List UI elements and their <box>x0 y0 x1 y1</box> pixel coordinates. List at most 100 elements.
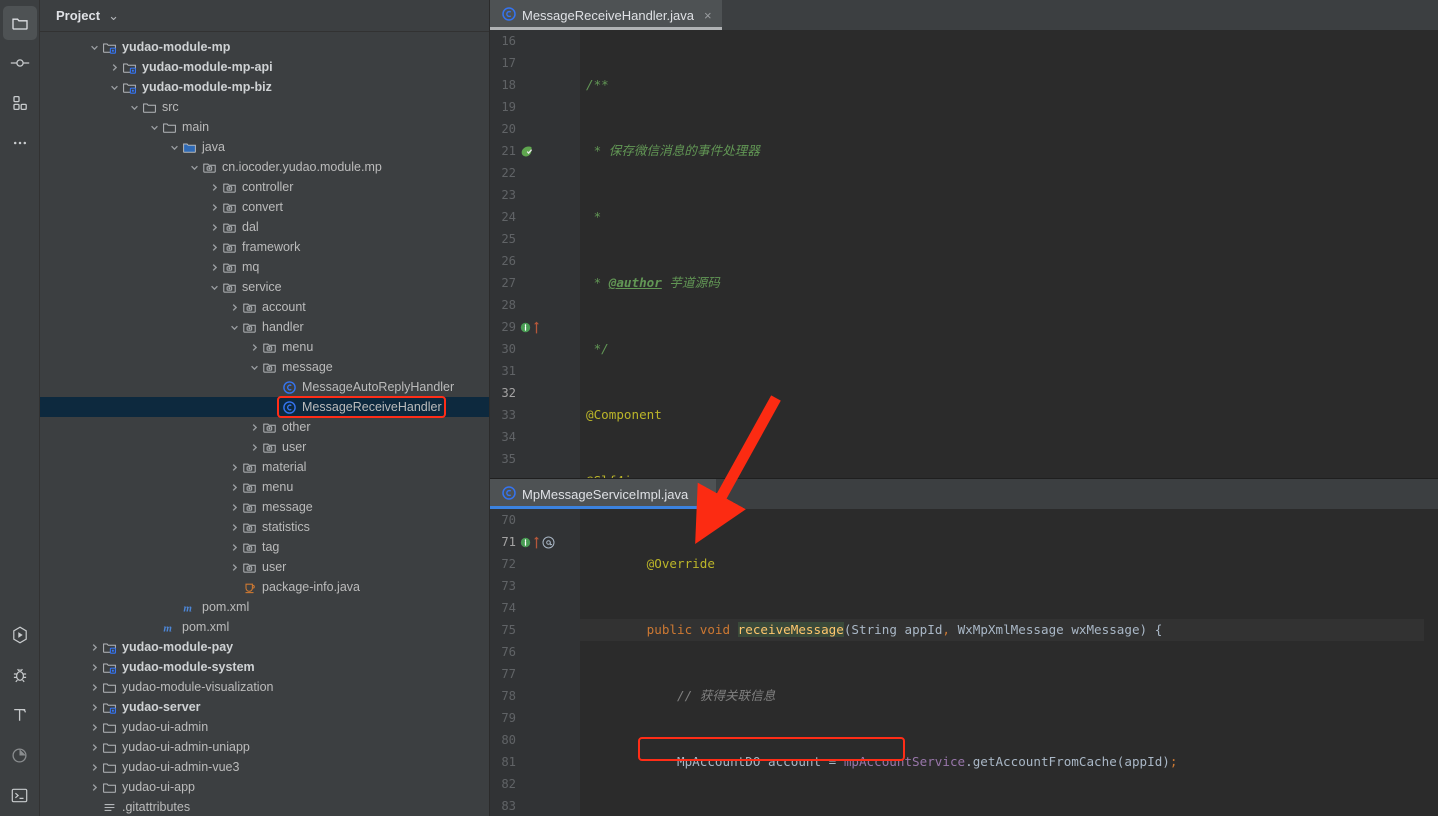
tree-item[interactable]: dal <box>40 217 489 237</box>
gutter-line[interactable]: 30 <box>490 338 556 360</box>
chevron-down-icon[interactable] <box>168 143 181 152</box>
chevron-down-icon[interactable] <box>208 283 221 292</box>
fold-strip-top[interactable] <box>558 30 580 478</box>
gutter-line[interactable]: 20 <box>490 118 556 140</box>
implementing-method-icon[interactable] <box>520 322 531 333</box>
chevron-right-icon[interactable] <box>88 723 101 732</box>
tree-item[interactable]: service <box>40 277 489 297</box>
gutter-line[interactable]: 72 <box>490 553 556 575</box>
gutter-line[interactable]: 35 <box>490 448 556 470</box>
tree-item[interactable]: yudao-module-mp <box>40 37 489 57</box>
tree-item[interactable]: material <box>40 457 489 477</box>
annotation-icon[interactable] <box>542 536 555 549</box>
tree-item[interactable]: yudao-ui-app <box>40 777 489 797</box>
tree-item[interactable]: main <box>40 117 489 137</box>
chevron-right-icon[interactable] <box>208 263 221 272</box>
gutter-line[interactable]: 32 <box>490 382 556 404</box>
chevron-right-icon[interactable] <box>88 703 101 712</box>
tree-item[interactable]: handler <box>40 317 489 337</box>
chevron-down-icon[interactable] <box>228 323 241 332</box>
project-panel-header[interactable]: Project ⌄ <box>40 0 489 32</box>
chevron-right-icon[interactable] <box>228 543 241 552</box>
tree-item[interactable]: menu <box>40 337 489 357</box>
editor-scrollbar-top[interactable] <box>1424 30 1438 478</box>
tree-item[interactable]: account <box>40 297 489 317</box>
gutter-line[interactable]: 21 <box>490 140 556 162</box>
gutter-line[interactable]: 24 <box>490 206 556 228</box>
line-number-gutter-bottom[interactable]: 7071727374757677787980818283 <box>490 509 558 816</box>
commit-icon[interactable] <box>3 46 37 80</box>
gutter-line[interactable]: 83 <box>490 795 556 816</box>
tree-item[interactable]: user <box>40 557 489 577</box>
implementing-method-icon[interactable] <box>520 537 531 548</box>
tree-item[interactable]: statistics <box>40 517 489 537</box>
chevron-right-icon[interactable] <box>88 783 101 792</box>
gutter-line[interactable]: 31 <box>490 360 556 382</box>
terminal-icon[interactable] <box>3 778 37 812</box>
tree-item[interactable]: yudao-module-mp-biz <box>40 77 489 97</box>
tree-item[interactable]: yudao-module-pay <box>40 637 489 657</box>
tree-item[interactable]: yudao-module-system <box>40 657 489 677</box>
gutter-line[interactable]: 75 <box>490 619 556 641</box>
tree-item[interactable]: message <box>40 497 489 517</box>
chevron-right-icon[interactable] <box>208 183 221 192</box>
tree-item[interactable]: cn.iocoder.yudao.module.mp <box>40 157 489 177</box>
gutter-line[interactable]: 34 <box>490 426 556 448</box>
chevron-right-icon[interactable] <box>228 483 241 492</box>
chevron-right-icon[interactable] <box>228 523 241 532</box>
gutter-line[interactable]: 73 <box>490 575 556 597</box>
chevron-right-icon[interactable] <box>208 243 221 252</box>
chevron-right-icon[interactable] <box>88 743 101 752</box>
gutter-line[interactable]: 71 <box>490 531 556 553</box>
tree-item[interactable]: message <box>40 357 489 377</box>
gutter-line[interactable]: 81 <box>490 751 556 773</box>
tree-item[interactable]: user <box>40 437 489 457</box>
gutter-line[interactable]: 74 <box>490 597 556 619</box>
gutter-line[interactable]: 28 <box>490 294 556 316</box>
chevron-down-icon[interactable] <box>188 163 201 172</box>
tree-item[interactable]: yudao-module-visualization <box>40 677 489 697</box>
code-lines-top[interactable]: /** * 保存微信消息的事件处理器 * * @author 芋道源码 */ @… <box>580 30 1424 478</box>
profiler-icon[interactable] <box>3 738 37 772</box>
gutter-line[interactable]: 78 <box>490 685 556 707</box>
chevron-right-icon[interactable] <box>228 463 241 472</box>
tree-item[interactable]: .gitattributes <box>40 797 489 816</box>
chevron-right-icon[interactable] <box>108 63 121 72</box>
tree-item[interactable]: java <box>40 137 489 157</box>
gutter-line[interactable]: 23 <box>490 184 556 206</box>
chevron-right-icon[interactable] <box>248 343 261 352</box>
close-icon[interactable]: × <box>698 487 706 502</box>
gutter-line[interactable]: 29 <box>490 316 556 338</box>
gutter-line[interactable]: 77 <box>490 663 556 685</box>
code-area-bottom[interactable]: 7071727374757677787980818283 @Override p… <box>490 509 1438 816</box>
gutter-markers[interactable] <box>516 536 556 549</box>
chevron-right-icon[interactable] <box>88 763 101 772</box>
build-icon[interactable] <box>3 698 37 732</box>
gutter-line[interactable]: 27 <box>490 272 556 294</box>
chevron-right-icon[interactable] <box>208 203 221 212</box>
chevron-down-icon[interactable] <box>248 363 261 372</box>
close-icon[interactable]: × <box>704 8 712 23</box>
tree-item[interactable]: tag <box>40 537 489 557</box>
gutter-line[interactable]: 70 <box>490 509 556 531</box>
tree-item[interactable]: other <box>40 417 489 437</box>
chevron-right-icon[interactable] <box>88 683 101 692</box>
gutter-markers[interactable] <box>516 321 556 334</box>
code-area-top[interactable]: 1617181920212223242526272829303132333435… <box>490 30 1438 478</box>
gutter-line[interactable]: 26 <box>490 250 556 272</box>
tab-mp-message-service-impl[interactable]: MpMessageServiceImpl.java × <box>490 479 716 509</box>
override-arrow-icon[interactable] <box>533 536 540 549</box>
gutter-line[interactable]: 17 <box>490 52 556 74</box>
tree-item[interactable]: menu <box>40 477 489 497</box>
chevron-right-icon[interactable] <box>228 563 241 572</box>
override-arrow-icon[interactable] <box>533 321 540 334</box>
gutter-line[interactable]: 82 <box>490 773 556 795</box>
tree-item[interactable]: mpom.xml <box>40 597 489 617</box>
tree-item[interactable]: MessageAutoReplyHandler <box>40 377 489 397</box>
tree-item[interactable]: controller <box>40 177 489 197</box>
gutter-line[interactable]: 25 <box>490 228 556 250</box>
tree-item[interactable]: yudao-ui-admin-vue3 <box>40 757 489 777</box>
gutter-line[interactable]: 16 <box>490 30 556 52</box>
chevron-down-icon[interactable] <box>148 123 161 132</box>
chevron-right-icon[interactable] <box>88 663 101 672</box>
